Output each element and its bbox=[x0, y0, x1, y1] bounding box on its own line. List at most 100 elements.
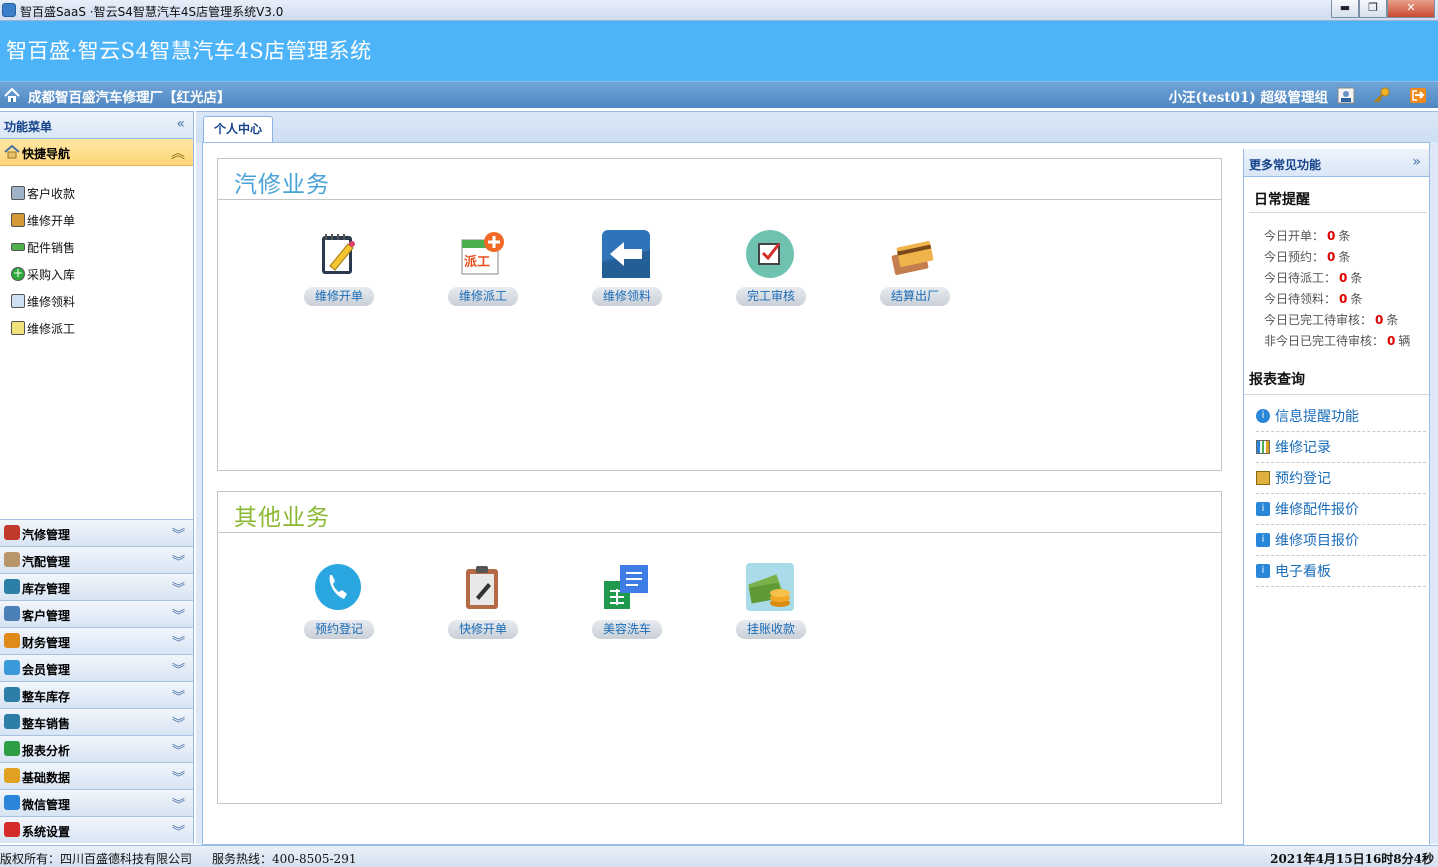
report-link-1[interactable]: 维修记录 bbox=[1256, 432, 1426, 463]
reminder-item: 非今日已完工待审核： 0 辆 bbox=[1264, 332, 1410, 349]
expand-down-icon[interactable]: ︾ bbox=[172, 524, 185, 543]
reminder-count: 0 bbox=[1387, 334, 1396, 348]
expand-right-icon[interactable]: » bbox=[1412, 154, 1421, 170]
sidebar-section-label: 基础数据 bbox=[22, 771, 71, 785]
pick-icon bbox=[11, 294, 25, 308]
expand-down-icon[interactable]: ︾ bbox=[172, 821, 185, 840]
reminder-item: 今日预约： 0 条 bbox=[1264, 248, 1350, 265]
key-icon[interactable] bbox=[1373, 87, 1391, 104]
report-link-3[interactable]: i 维修配件报价 bbox=[1256, 494, 1426, 525]
credit-cards-icon bbox=[891, 241, 934, 275]
sidebar-section-6[interactable]: 整车库存 ︾ bbox=[0, 681, 193, 708]
tile-appointment[interactable]: 预约登记 bbox=[278, 563, 398, 647]
report-link-label: 信息提醒功能 bbox=[1275, 409, 1359, 425]
divider bbox=[1244, 394, 1429, 395]
reminder-label: 非今日已完工待审核： bbox=[1264, 334, 1385, 348]
sidebar-section-9[interactable]: 基础数据 ︾ bbox=[0, 762, 193, 789]
report-link-4[interactable]: i 维修项目报价 bbox=[1256, 525, 1426, 556]
app-icon bbox=[2, 3, 16, 17]
sidebar-section-label: 汽配管理 bbox=[22, 555, 71, 569]
sidebar-section-2[interactable]: 库存管理 ︾ bbox=[0, 573, 193, 600]
reminder-unit: 条 bbox=[1350, 271, 1363, 285]
clipboard-icon bbox=[466, 566, 498, 609]
report-link-label: 维修项目报价 bbox=[1275, 533, 1359, 549]
tile-label: 预约登记 bbox=[304, 620, 374, 639]
tile-label: 快修开单 bbox=[448, 620, 518, 639]
reminder-label: 今日开单： bbox=[1264, 229, 1325, 243]
close-button[interactable]: ✕ bbox=[1387, 0, 1435, 18]
tile-settlement[interactable]: 结算出厂 bbox=[854, 230, 974, 314]
tile-credit-payment[interactable]: 挂账收款 bbox=[710, 563, 830, 647]
quick-item-purchase-in[interactable]: + 采购入库 bbox=[0, 263, 193, 290]
hotline-text: 服务热线：400-8505-291 bbox=[212, 852, 357, 866]
quick-nav-title: 快捷导航 bbox=[22, 147, 71, 161]
sidebar-section-8[interactable]: 报表分析 ︾ bbox=[0, 735, 193, 762]
plus-icon: + bbox=[11, 266, 25, 281]
expand-down-icon[interactable]: ︾ bbox=[172, 767, 185, 786]
quick-item-dispatch[interactable]: 维修派工 bbox=[0, 317, 193, 344]
settings-icon bbox=[4, 822, 20, 837]
sidebar-section-4[interactable]: 财务管理 ︾ bbox=[0, 627, 193, 654]
expand-down-icon[interactable]: ︾ bbox=[172, 659, 185, 678]
tile-completion-review[interactable]: 完工审核 bbox=[710, 230, 830, 314]
quick-item-label: 维修开单 bbox=[27, 214, 76, 228]
reminder-count: 0 bbox=[1327, 229, 1336, 243]
tile-car-wash[interactable]: 美容洗车 bbox=[566, 563, 686, 647]
report-link-5[interactable]: i 电子看板 bbox=[1256, 556, 1426, 587]
logout-icon[interactable] bbox=[1409, 87, 1427, 104]
sidebar-sections: 汽修管理 ︾ 汽配管理 ︾ 库存管理 ︾ 客户管理 ︾ 财务管理 ︾ 会员管理 ︾ 整车库存 ︾ 整车销售 ︾… bbox=[0, 519, 193, 843]
expand-down-icon[interactable]: ︾ bbox=[172, 713, 185, 732]
tile-repair-order[interactable]: 维修开单 bbox=[278, 230, 398, 314]
sidebar-section-7[interactable]: 整车销售 ︾ bbox=[0, 708, 193, 735]
tile-material-pick[interactable]: 维修领料 bbox=[566, 230, 686, 314]
tile-dispatch[interactable]: 派工 维修派工 bbox=[422, 230, 542, 314]
expand-down-icon[interactable]: ︾ bbox=[172, 794, 185, 813]
home-icon[interactable] bbox=[4, 88, 20, 103]
reminder-label: 今日待领料： bbox=[1264, 292, 1337, 306]
sidebar: 功能菜单 « 快捷导航 ︽ 客户收款 维修开单 配件销售 + 采购入库 维修领料 … bbox=[0, 111, 194, 844]
reminder-unit: 条 bbox=[1386, 313, 1399, 327]
datetime-text: 2021年4月15日16时8分4秒 bbox=[1270, 852, 1434, 866]
quick-item-material-pick[interactable]: 维修领料 bbox=[0, 290, 193, 317]
tile-label: 维修开单 bbox=[304, 287, 374, 306]
expand-down-icon[interactable]: ︾ bbox=[172, 632, 185, 651]
reminder-item: 今日待领料： 0 条 bbox=[1264, 290, 1362, 307]
sidebar-section-3[interactable]: 客户管理 ︾ bbox=[0, 600, 193, 627]
report-link-2[interactable]: 预约登记 bbox=[1256, 463, 1426, 494]
sidebar-section-11[interactable]: 系统设置 ︾ bbox=[0, 816, 193, 843]
copyright-text: 版权所有：四川百盛德科技有限公司 bbox=[0, 852, 193, 866]
expand-down-icon[interactable]: ︾ bbox=[172, 686, 185, 705]
expand-down-icon[interactable]: ︾ bbox=[172, 605, 185, 624]
quick-item-customer-payment[interactable]: 客户收款 bbox=[0, 182, 193, 209]
expand-down-icon[interactable]: ︾ bbox=[172, 578, 185, 597]
tile-label: 挂账收款 bbox=[736, 620, 806, 639]
profile-icon[interactable] bbox=[1337, 87, 1355, 104]
minimize-button[interactable]: ▬ bbox=[1331, 0, 1359, 18]
sidebar-section-label: 系统设置 bbox=[22, 825, 71, 839]
report-link-0[interactable]: i 信息提醒功能 bbox=[1256, 401, 1426, 432]
sidebar-section-0[interactable]: 汽修管理 ︾ bbox=[0, 519, 193, 546]
right-panel-title: 更多常见功能 bbox=[1249, 158, 1322, 172]
window-titlebar: 智百盛SaaS ·智云S4智慧汽车4S店管理系统V3.0 ▬ ❐ ✕ bbox=[0, 0, 1438, 21]
sidebar-section-1[interactable]: 汽配管理 ︾ bbox=[0, 546, 193, 573]
collapse-up-icon[interactable]: ︽ bbox=[171, 143, 185, 163]
tile-quick-repair[interactable]: 快修开单 bbox=[422, 563, 542, 647]
dispatch-calendar-icon: 派工 bbox=[461, 232, 504, 275]
expand-down-icon[interactable]: ︾ bbox=[172, 551, 185, 570]
home-icon bbox=[4, 145, 20, 159]
quick-item-parts-sales[interactable]: 配件销售 bbox=[0, 236, 193, 263]
sidebar-section-label: 会员管理 bbox=[22, 663, 71, 677]
sidebar-section-5[interactable]: 会员管理 ︾ bbox=[0, 654, 193, 681]
collapse-left-icon[interactable]: « bbox=[176, 116, 185, 132]
info-bar: 成都智百盛汽车修理厂【红光店】 小汪(test01) 超级管理组 bbox=[0, 81, 1438, 108]
panel-title: 其他业务 bbox=[234, 505, 330, 531]
maximize-button[interactable]: ❐ bbox=[1359, 0, 1387, 18]
quick-item-repair-order[interactable]: 维修开单 bbox=[0, 209, 193, 236]
right-panel: 更多常见功能 » 日常提醒 今日开单： 0 条今日预约： 0 条今日待派工： 0 条今日待领… bbox=[1243, 149, 1429, 846]
app-window: 智百盛SaaS ·智云S4智慧汽车4S店管理系统V3.0 ▬ ❐ ✕ 智百盛·智… bbox=[0, 0, 1438, 867]
tab-personal-center[interactable]: 个人中心 bbox=[203, 116, 273, 142]
quick-nav-header[interactable]: 快捷导航 ︽ bbox=[0, 139, 193, 166]
check-badge-icon bbox=[746, 230, 794, 278]
sidebar-section-10[interactable]: 微信管理 ︾ bbox=[0, 789, 193, 816]
expand-down-icon[interactable]: ︾ bbox=[172, 740, 185, 759]
